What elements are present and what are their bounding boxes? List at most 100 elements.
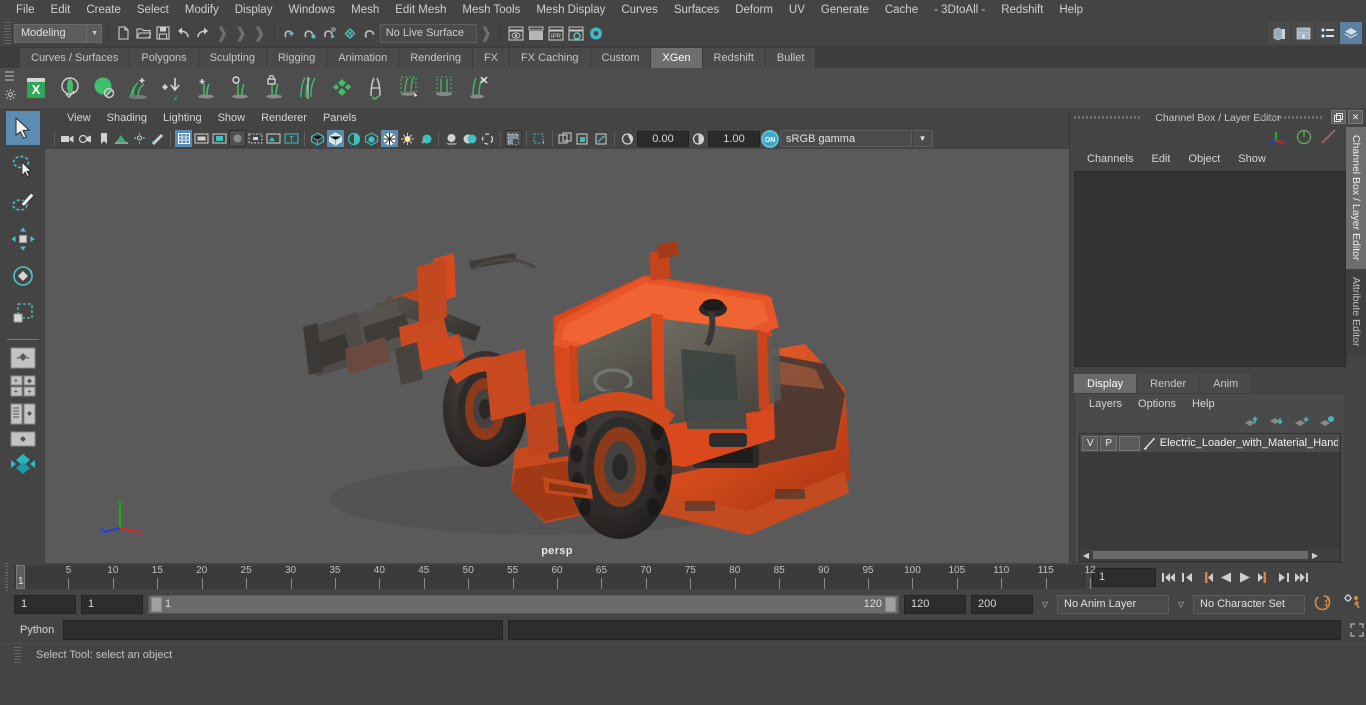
status-line-grip[interactable] <box>4 22 11 44</box>
snap-to-projected-center-icon[interactable] <box>340 23 360 43</box>
command-language-label[interactable]: Python <box>14 624 58 636</box>
anim-layer-chevron-down-icon[interactable]: ▽ <box>1038 600 1052 609</box>
ipr-label-icon[interactable]: IPR <box>546 23 566 43</box>
color-space-field[interactable]: sRGB gamma <box>780 130 912 147</box>
snap-to-view-plane-icon[interactable] <box>360 23 380 43</box>
layer-list-horizontal-scrollbar[interactable]: ◀ ▶ <box>1080 549 1340 561</box>
menu-file[interactable]: File <box>8 2 43 18</box>
move-layer-down-icon[interactable] <box>1269 415 1285 431</box>
help-line-grip[interactable] <box>14 646 21 663</box>
xray-active-icon[interactable] <box>575 130 592 147</box>
layer-visibility-toggle[interactable]: V <box>1082 435 1099 451</box>
screen-space-ao-icon[interactable] <box>461 130 478 147</box>
redo-icon[interactable] <box>193 23 213 43</box>
open-scene-icon[interactable] <box>133 23 153 43</box>
shadows-toggle-icon[interactable] <box>443 130 460 147</box>
dock-grip-left[interactable] <box>1074 116 1140 119</box>
xray-icon[interactable] <box>531 130 548 147</box>
create-layer-from-selected-icon[interactable] <box>1319 415 1335 431</box>
range-start-handle[interactable] <box>151 596 162 612</box>
move-tool-icon[interactable] <box>6 222 40 256</box>
shelf-tab-animation[interactable]: Animation <box>327 48 400 68</box>
lasso-select-tool-icon[interactable] <box>6 148 40 182</box>
character-set-selector[interactable]: No Character Set <box>1193 594 1305 614</box>
xgen-lock-guide-icon[interactable] <box>258 72 290 104</box>
go-to-start-icon[interactable] <box>1160 568 1177 586</box>
viewport-menu-lighting[interactable]: Lighting <box>155 111 210 125</box>
layer-row[interactable]: V P Electric_Loader_with_Material_Handli <box>1080 434 1340 453</box>
close-icon[interactable]: ✕ <box>1348 110 1363 124</box>
step-forward-keyframe-icon[interactable] <box>1274 568 1291 586</box>
layer-menu-help[interactable]: Help <box>1184 397 1223 411</box>
ipr-render-icon[interactable] <box>526 23 546 43</box>
scroll-left-arrow-icon[interactable]: ◀ <box>1080 551 1092 560</box>
step-forward-frame-icon[interactable] <box>1255 568 1272 586</box>
vertical-tab-channel-box[interactable]: Channel Box / Layer Editor <box>1346 127 1366 269</box>
render-settings-icon[interactable] <box>566 23 586 43</box>
xgen-editor-icon[interactable]: X <box>20 72 52 104</box>
new-scene-icon[interactable] <box>113 23 133 43</box>
character-set-chevron-down-icon[interactable]: ▽ <box>1174 600 1188 609</box>
depth-peeling-icon[interactable] <box>593 130 610 147</box>
menu-curves[interactable]: Curves <box>613 2 665 18</box>
xgen-select-guide-icon[interactable] <box>394 72 426 104</box>
select-camera-icon[interactable] <box>59 130 76 147</box>
shelf-tab-rendering[interactable]: Rendering <box>399 48 473 68</box>
perspective-viewport[interactable]: y x z persp <box>45 149 1069 563</box>
gamma-icon[interactable] <box>690 130 707 147</box>
channel-menu-channels[interactable]: Channels <box>1078 152 1142 166</box>
film-gate-icon[interactable] <box>193 130 210 147</box>
layer-tab-render[interactable]: Render <box>1137 374 1200 393</box>
flat-shade-icon[interactable] <box>363 130 380 147</box>
shelf-tab-xgen[interactable]: XGen <box>651 48 703 68</box>
play-backwards-icon[interactable] <box>1217 568 1234 586</box>
auto-keyframe-icon[interactable]: 1 <box>1310 593 1335 615</box>
shelf-tab-redshift[interactable]: Redshift <box>702 48 766 68</box>
xgen-place-guide-icon[interactable] <box>156 72 188 104</box>
bookmark-icon[interactable] <box>95 130 112 147</box>
hypershade-layout-icon[interactable] <box>8 453 38 478</box>
menu-cache[interactable]: Cache <box>877 2 926 18</box>
time-slider-playhead[interactable]: 1 <box>16 565 25 589</box>
gamma-field[interactable]: 1.00 <box>708 130 760 147</box>
grease-pencil-icon[interactable] <box>149 130 166 147</box>
menu-set-selector[interactable]: Modeling ▼ <box>14 23 102 43</box>
anim-layer-selector[interactable]: No Anim Layer <box>1057 594 1169 614</box>
snap-to-curve-icon[interactable] <box>300 23 320 43</box>
snap-to-grid-icon[interactable] <box>280 23 300 43</box>
animation-preferences-icon[interactable] <box>1340 593 1366 615</box>
paint-select-tool-icon[interactable] <box>6 185 40 219</box>
command-input-field[interactable] <box>63 620 503 640</box>
layer-menu-layers[interactable]: Layers <box>1081 397 1130 411</box>
xgen-region-mask-icon[interactable] <box>428 72 460 104</box>
layer-playback-toggle[interactable]: P <box>1100 435 1117 451</box>
shelf-tab-polygons[interactable]: Polygons <box>130 48 199 68</box>
shelf-tab-fx[interactable]: FX <box>472 48 511 68</box>
layer-color-swatch-icon[interactable] <box>1142 436 1157 451</box>
grid-toggle-icon[interactable] <box>175 130 192 147</box>
viewport-menu-renderer[interactable]: Renderer <box>253 111 315 125</box>
menu-deform[interactable]: Deform <box>727 2 781 18</box>
gate-mask-icon[interactable] <box>229 130 246 147</box>
animation-start-field[interactable]: 1 <box>14 594 76 614</box>
wireframe-shading-icon[interactable] <box>309 130 326 147</box>
show-hide-tool-settings-icon[interactable] <box>1316 22 1338 44</box>
lighting-toggle-icon[interactable] <box>417 130 434 147</box>
single-pane-layout-icon[interactable] <box>10 347 36 372</box>
menu-surfaces[interactable]: Surfaces <box>666 2 727 18</box>
texture-toggle-icon[interactable] <box>399 130 416 147</box>
image-plane-icon[interactable] <box>113 130 130 147</box>
persp-graph-layout-icon[interactable] <box>10 431 36 450</box>
xgen-delete-guide-icon[interactable] <box>462 72 494 104</box>
motion-blur-icon[interactable] <box>479 130 496 147</box>
xgen-preview-sphere-icon[interactable] <box>54 72 86 104</box>
shelf-tab-curves-surfaces[interactable]: Curves / Surfaces <box>20 48 131 68</box>
four-pane-layout-icon[interactable]: + + + <box>10 375 36 400</box>
range-slider-bar[interactable]: 1 120 <box>148 594 899 614</box>
viewport-menu-show[interactable]: Show <box>210 111 254 125</box>
menu-3dtoall[interactable]: - 3DtoAll - <box>926 2 993 18</box>
snap-to-point-icon[interactable] <box>320 23 340 43</box>
time-slider-grip[interactable] <box>0 563 14 591</box>
smooth-shade-all-icon[interactable] <box>327 130 344 147</box>
isolate-select-icon[interactable] <box>505 130 522 147</box>
